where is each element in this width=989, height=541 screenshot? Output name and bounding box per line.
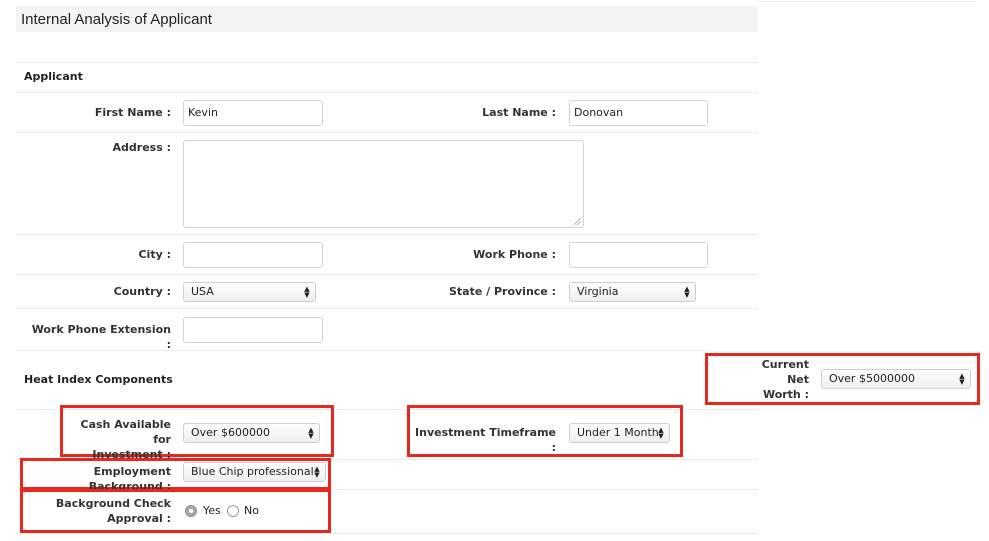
background-check-label: Background Check Approval :: [40, 496, 171, 526]
select-arrows-icon: ▲ ▼: [314, 465, 320, 479]
select-arrows-icon: ▲ ▼: [304, 285, 310, 299]
state-label: State / Province :: [448, 285, 556, 298]
background-check-no-label[interactable]: No: [244, 504, 259, 517]
page-title: Internal Analysis of Applicant: [21, 11, 212, 28]
background-check-no-radio[interactable]: [227, 505, 239, 517]
net-worth-select[interactable]: Over $5000000 ▲ ▼: [821, 369, 971, 389]
background-check-label-line: Approval :: [107, 512, 171, 525]
select-arrows-icon: ▲ ▼: [658, 426, 664, 440]
net-worth-value: Over $5000000: [829, 372, 915, 385]
background-check-yes-label[interactable]: Yes: [203, 504, 221, 517]
employment-background-select[interactable]: Blue Chip professional ▲ ▼: [183, 462, 326, 482]
address-label: Address :: [112, 141, 171, 154]
net-worth-label-line: Net: [787, 373, 809, 386]
divider: [16, 308, 758, 309]
investment-timeframe-value: Under 1 Month: [577, 426, 659, 439]
employment-background-value: Blue Chip professional: [191, 465, 314, 478]
investment-timeframe-label: Investment Timeframe :: [415, 426, 556, 454]
work-phone-label: Work Phone :: [473, 248, 556, 261]
select-arrows-icon: ▲ ▼: [308, 426, 314, 440]
cash-available-label: Cash Available for Investment :: [66, 417, 172, 462]
background-check-label-line: Background Check: [55, 497, 171, 510]
heat-index-section-heading: Heat Index Components: [24, 373, 173, 386]
divider: [16, 132, 758, 133]
net-worth-label: Current Net Worth :: [730, 357, 809, 402]
divider: [16, 533, 758, 534]
state-select[interactable]: Virginia ▲ ▼: [569, 282, 696, 302]
state-value: Virginia: [577, 285, 619, 298]
background-check-yes-radio[interactable]: [185, 505, 197, 517]
investment-timeframe-select[interactable]: Under 1 Month ▲ ▼: [569, 423, 670, 443]
select-arrows-icon: ▲ ▼: [684, 285, 690, 299]
select-arrows-icon: ▲ ▼: [959, 372, 965, 386]
work-phone-field[interactable]: [569, 242, 708, 268]
last-name-label: Last Name :: [482, 106, 556, 119]
cash-available-label-line: Cash Available for: [80, 418, 172, 446]
page-header: Internal Analysis of Applicant: [16, 6, 758, 32]
divider: [16, 92, 758, 93]
net-worth-label-line: Worth :: [762, 388, 809, 401]
address-textarea[interactable]: [183, 140, 584, 228]
city-label: City :: [138, 248, 171, 261]
top-divider: [758, 1, 976, 2]
city-field[interactable]: [183, 242, 323, 268]
country-select[interactable]: USA ▲ ▼: [183, 282, 316, 302]
divider: [16, 274, 758, 275]
last-name-field[interactable]: Donovan: [569, 100, 708, 126]
work-phone-extension-field[interactable]: [183, 317, 323, 343]
resize-grip-icon[interactable]: [574, 218, 581, 225]
cash-available-value: Over $600000: [191, 426, 270, 439]
first-name-field[interactable]: Kevin: [183, 100, 323, 126]
net-worth-label-line: Current: [761, 358, 809, 371]
first-name-label: First Name :: [94, 106, 171, 119]
applicant-section-heading: Applicant: [24, 70, 83, 83]
divider: [16, 234, 758, 235]
country-value: USA: [191, 285, 214, 298]
work-phone-extension-label: Work Phone Extension :: [31, 323, 171, 351]
country-label: Country :: [113, 285, 171, 298]
cash-available-select[interactable]: Over $600000 ▲ ▼: [183, 423, 320, 443]
divider: [16, 62, 758, 63]
